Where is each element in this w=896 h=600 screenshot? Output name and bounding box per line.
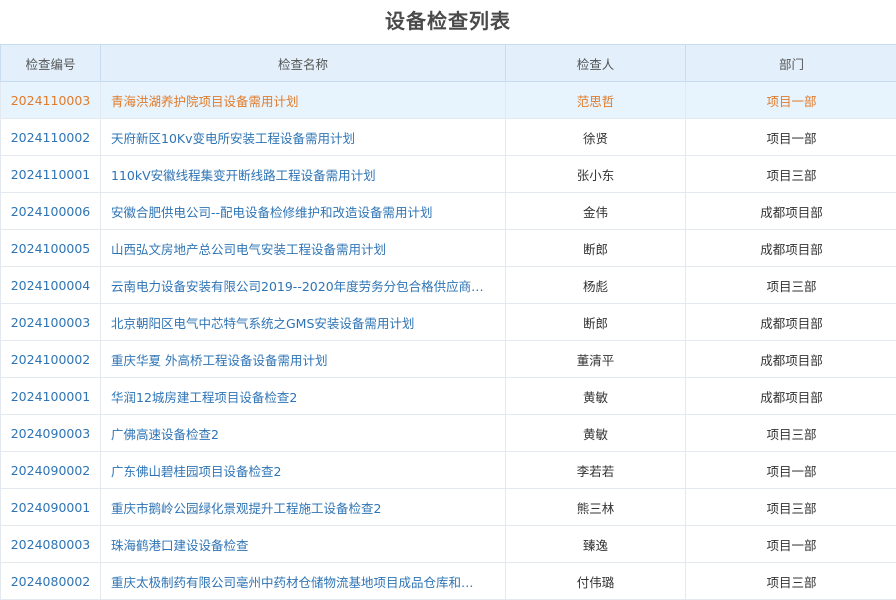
cell-person: 臻逸 bbox=[505, 525, 686, 563]
table-body: 2024110003 青海洪湖养护院项目设备需用计划 范思哲 项目一部 20241100… bbox=[0, 81, 896, 600]
table-header-row: 检查编号 检查名称 检查人 部门 bbox=[0, 44, 896, 82]
cell-code: 2024100001 bbox=[0, 377, 101, 415]
cell-name-link[interactable]: 重庆太极制药有限公司亳州中药材仓储物流基地项目成品仓库和… bbox=[100, 562, 506, 600]
cell-dept: 成都项目部 bbox=[685, 303, 896, 341]
table-row[interactable]: 2024100004 云南电力设备安装有限公司2019--2020年度劳务分包合格… bbox=[0, 266, 896, 304]
cell-code: 2024100002 bbox=[0, 340, 101, 378]
cell-name-link[interactable]: 广东佛山碧桂园项目设备检查2 bbox=[100, 451, 506, 489]
cell-dept: 项目三部 bbox=[685, 266, 896, 304]
column-header-name[interactable]: 检查名称 bbox=[100, 44, 506, 82]
table-row[interactable]: 2024080002 重庆太极制药有限公司亳州中药材仓储物流基地项目成品仓库和… 付… bbox=[0, 562, 896, 600]
cell-dept: 项目三部 bbox=[685, 414, 896, 452]
cell-name-link[interactable]: 山西弘文房地产总公司电气安装工程设备需用计划 bbox=[100, 229, 506, 267]
cell-code: 2024100003 bbox=[0, 303, 101, 341]
cell-person: 断郎 bbox=[505, 229, 686, 267]
cell-code: 2024110002 bbox=[0, 118, 101, 156]
table-row[interactable]: 2024100001 华润12城房建工程项目设备检查2 黄敏 成都项目部 bbox=[0, 377, 896, 415]
table-row[interactable]: 2024100003 北京朝阳区电气中芯特气系统之GMS安装设备需用计划 断郎 成都项… bbox=[0, 303, 896, 341]
cell-name-link[interactable]: 重庆市鹅岭公园绿化景观提升工程施工设备检查2 bbox=[100, 488, 506, 526]
table-row[interactable]: 2024090002 广东佛山碧桂园项目设备检查2 李若若 项目一部 bbox=[0, 451, 896, 489]
column-header-dept[interactable]: 部门 bbox=[685, 44, 896, 82]
table-header: 检查编号 检查名称 检查人 部门 bbox=[0, 44, 896, 82]
cell-code: 2024100004 bbox=[0, 266, 101, 304]
table-row[interactable]: 2024110001 110kV安徽线程集变开断线路工程设备需用计划 张小东 项目三部 bbox=[0, 155, 896, 193]
cell-person: 断郎 bbox=[505, 303, 686, 341]
cell-dept: 项目一部 bbox=[685, 118, 896, 156]
cell-name-link[interactable]: 华润12城房建工程项目设备检查2 bbox=[100, 377, 506, 415]
cell-person: 董清平 bbox=[505, 340, 686, 378]
cell-person: 黄敏 bbox=[505, 377, 686, 415]
table-row[interactable]: 2024110003 青海洪湖养护院项目设备需用计划 范思哲 项目一部 bbox=[0, 81, 896, 119]
cell-code: 2024090001 bbox=[0, 488, 101, 526]
cell-name-link[interactable]: 重庆华夏 外高桥工程设备设备需用计划 bbox=[100, 340, 506, 378]
cell-person: 熊三林 bbox=[505, 488, 686, 526]
cell-name-link[interactable]: 珠海鹤港口建设设备检查 bbox=[100, 525, 506, 563]
cell-code: 2024100005 bbox=[0, 229, 101, 267]
cell-dept: 成都项目部 bbox=[685, 229, 896, 267]
cell-code: 2024080002 bbox=[0, 562, 101, 600]
table-row[interactable]: 2024110002 天府新区10Kv变电所安装工程设备需用计划 徐贤 项目一部 bbox=[0, 118, 896, 156]
cell-person: 范思哲 bbox=[505, 81, 686, 119]
cell-dept: 项目一部 bbox=[685, 81, 896, 119]
cell-person: 付伟璐 bbox=[505, 562, 686, 600]
cell-person: 张小东 bbox=[505, 155, 686, 193]
cell-name-link[interactable]: 青海洪湖养护院项目设备需用计划 bbox=[100, 81, 506, 119]
cell-code: 2024110001 bbox=[0, 155, 101, 193]
cell-name-link[interactable]: 广佛高速设备检查2 bbox=[100, 414, 506, 452]
cell-person: 杨彪 bbox=[505, 266, 686, 304]
cell-dept: 项目一部 bbox=[685, 451, 896, 489]
cell-dept: 项目三部 bbox=[685, 562, 896, 600]
cell-code: 2024090003 bbox=[0, 414, 101, 452]
cell-person: 李若若 bbox=[505, 451, 686, 489]
cell-dept: 项目三部 bbox=[685, 155, 896, 193]
cell-name-link[interactable]: 天府新区10Kv变电所安装工程设备需用计划 bbox=[100, 118, 506, 156]
cell-name-link[interactable]: 110kV安徽线程集变开断线路工程设备需用计划 bbox=[100, 155, 506, 193]
cell-person: 金伟 bbox=[505, 192, 686, 230]
table-row[interactable]: 2024080003 珠海鹤港口建设设备检查 臻逸 项目一部 bbox=[0, 525, 896, 563]
page-title: 设备检查列表 bbox=[385, 9, 511, 33]
cell-name-link[interactable]: 安徽合肥供电公司--配电设备检修维护和改造设备需用计划 bbox=[100, 192, 506, 230]
cell-dept: 成都项目部 bbox=[685, 192, 896, 230]
cell-person: 徐贤 bbox=[505, 118, 686, 156]
table-row[interactable]: 2024090001 重庆市鹅岭公园绿化景观提升工程施工设备检查2 熊三林 项目三部 bbox=[0, 488, 896, 526]
cell-dept: 成都项目部 bbox=[685, 340, 896, 378]
table-row[interactable]: 2024090003 广佛高速设备检查2 黄敏 项目三部 bbox=[0, 414, 896, 452]
cell-dept: 项目三部 bbox=[685, 488, 896, 526]
cell-dept: 项目一部 bbox=[685, 525, 896, 563]
cell-person: 黄敏 bbox=[505, 414, 686, 452]
table-row[interactable]: 2024100002 重庆华夏 外高桥工程设备设备需用计划 董清平 成都项目部 bbox=[0, 340, 896, 378]
table-row[interactable]: 2024100006 安徽合肥供电公司--配电设备检修维护和改造设备需用计划 金伟成… bbox=[0, 192, 896, 230]
column-header-person[interactable]: 检查人 bbox=[505, 44, 686, 82]
cell-name-link[interactable]: 北京朝阳区电气中芯特气系统之GMS安装设备需用计划 bbox=[100, 303, 506, 341]
inspection-table: 检查编号 检查名称 检查人 部门 2024110003 青海洪湖养护院项目设备需用… bbox=[0, 44, 896, 600]
cell-code: 2024080003 bbox=[0, 525, 101, 563]
cell-name-link[interactable]: 云南电力设备安装有限公司2019--2020年度劳务分包合格供应商… bbox=[100, 266, 506, 304]
column-header-code[interactable]: 检查编号 bbox=[0, 44, 101, 82]
page: 设备检查列表 检查编号 检查名称 检查人 部门 2024110003 青海洪湖养护… bbox=[0, 0, 896, 600]
cell-code: 2024110003 bbox=[0, 81, 101, 119]
cell-code: 2024090002 bbox=[0, 451, 101, 489]
cell-code: 2024100006 bbox=[0, 192, 101, 230]
cell-dept: 成都项目部 bbox=[685, 377, 896, 415]
table-row[interactable]: 2024100005 山西弘文房地产总公司电气安装工程设备需用计划 断郎 成都项目部 bbox=[0, 229, 896, 267]
